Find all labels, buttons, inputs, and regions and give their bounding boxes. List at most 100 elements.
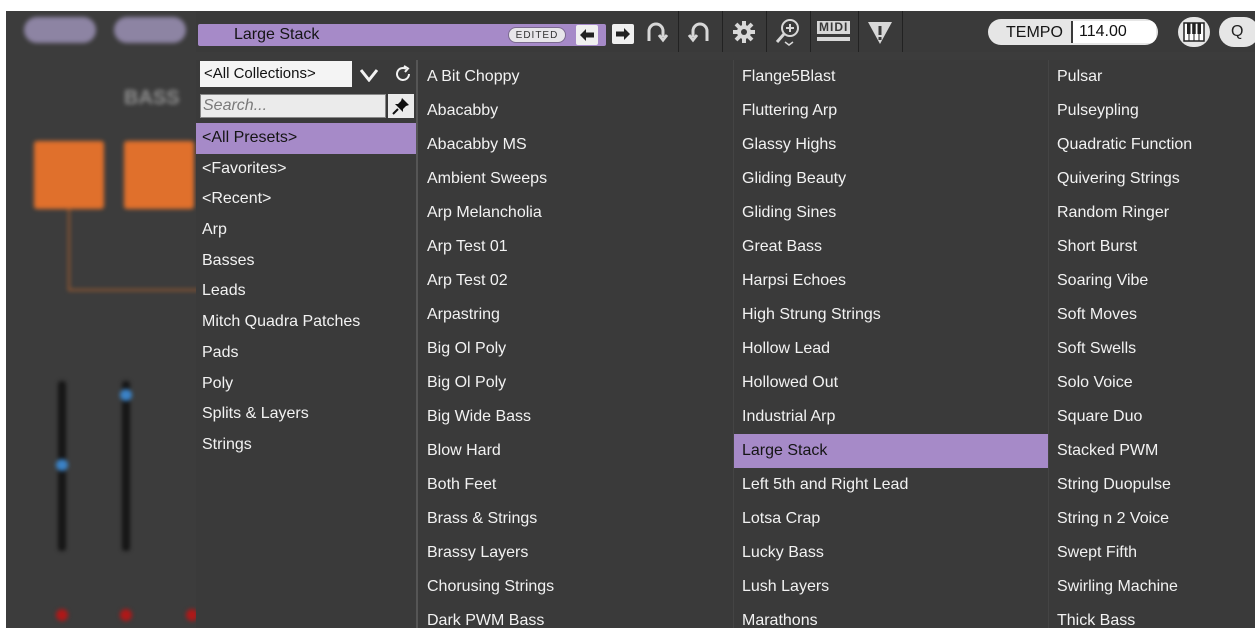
preset-item[interactable]: Quivering Strings — [1049, 162, 1255, 196]
preset-item[interactable]: Glassy Highs — [734, 128, 1048, 162]
category-item[interactable]: Pads — [196, 338, 416, 369]
category-item[interactable]: <All Presets> — [196, 123, 416, 154]
q-button[interactable]: Q — [1219, 17, 1255, 47]
collection-select[interactable]: <All Collections> — [200, 61, 352, 87]
preset-item[interactable]: Abacabby — [419, 94, 733, 128]
preset-item[interactable]: Lucky Bass — [734, 536, 1048, 570]
preset-item[interactable]: Arp Melancholia — [419, 196, 733, 230]
preset-item[interactable]: Soft Moves — [1049, 298, 1255, 332]
preset-item[interactable]: Arp Test 01 — [419, 230, 733, 264]
preset-item[interactable]: Quadratic Function — [1049, 128, 1255, 162]
midi-bar — [817, 37, 850, 41]
preset-item[interactable]: Thick Bass — [1049, 604, 1255, 638]
refresh-button[interactable] — [392, 61, 414, 87]
preset-item[interactable]: Gliding Sines — [734, 196, 1048, 230]
redo-button[interactable] — [682, 15, 718, 49]
preset-item[interactable]: Pulseypling — [1049, 94, 1255, 128]
preset-item[interactable]: Chorusing Strings — [419, 570, 733, 604]
preset-column-3: Pulsar Pulseypling Quadratic Function Quive… — [1049, 60, 1255, 638]
preset-item[interactable]: Brassy Layers — [419, 536, 733, 570]
preset-browser: <All Collections> <All Presets><Favorite… — [196, 60, 1255, 629]
preset-item[interactable]: String n 2 Voice — [1049, 502, 1255, 536]
preset-item[interactable]: Dark PWM Bass — [419, 604, 733, 638]
toolbar-divider — [902, 11, 903, 52]
preset-item[interactable]: Swept Fifth — [1049, 536, 1255, 570]
toolbar-divider — [766, 11, 767, 52]
new-button-blurred — [24, 17, 96, 43]
preset-item[interactable]: Soft Swells — [1049, 332, 1255, 366]
category-item[interactable]: Mitch Quadra Patches — [196, 307, 416, 338]
preset-item[interactable]: Marathons — [734, 604, 1048, 638]
midi-button[interactable]: MIDI — [814, 15, 854, 49]
preset-item[interactable]: Brass & Strings — [419, 502, 733, 536]
preset-item[interactable]: A Bit Choppy — [419, 60, 733, 94]
preset-item[interactable]: Big Ol Poly — [419, 366, 733, 400]
slider-thumb — [120, 389, 132, 401]
preset-item[interactable]: Square Duo — [1049, 400, 1255, 434]
preset-item[interactable]: Arpastring — [419, 298, 733, 332]
preset-column-1: A Bit Choppy Abacabby Abacabby MS Ambient S… — [419, 60, 733, 638]
preset-item[interactable]: Soaring Vibe — [1049, 264, 1255, 298]
save-button-blurred — [114, 17, 186, 43]
category-item[interactable]: Strings — [196, 430, 416, 461]
zoom-button[interactable] — [770, 15, 806, 49]
panic-button[interactable] — [862, 15, 898, 49]
preset-item[interactable]: Abacabby MS — [419, 128, 733, 162]
collection-dropdown-button[interactable] — [356, 64, 382, 86]
keyboard-button[interactable] — [1178, 17, 1210, 47]
pin-button[interactable] — [388, 94, 414, 118]
preset-item[interactable]: Left 5th and Right Lead — [734, 468, 1048, 502]
settings-button[interactable] — [726, 15, 762, 49]
preset-name-field[interactable]: Large Stack EDITED — [198, 24, 606, 46]
preset-item[interactable]: Harpsi Echoes — [734, 264, 1048, 298]
pin-icon — [392, 98, 409, 115]
preset-item[interactable]: Big Ol Poly — [419, 332, 733, 366]
preset-item[interactable]: Lush Layers — [734, 570, 1048, 604]
preset-item[interactable]: Both Feet — [419, 468, 733, 502]
preset-item[interactable]: Flange5Blast — [734, 60, 1048, 94]
preset-item[interactable]: Large Stack — [734, 434, 1048, 468]
midi-icon: MIDI — [816, 20, 852, 44]
tempo-control[interactable]: TEMPO 114.00 — [988, 19, 1158, 45]
preset-item[interactable]: Random Ringer — [1049, 196, 1255, 230]
category-item[interactable]: <Favorites> — [196, 154, 416, 185]
category-item[interactable]: Poly — [196, 369, 416, 400]
preset-item[interactable]: Blow Hard — [419, 434, 733, 468]
category-item[interactable]: Arp — [196, 215, 416, 246]
preset-item[interactable]: Great Bass — [734, 230, 1048, 264]
refresh-icon — [396, 65, 410, 81]
preset-item[interactable]: Hollowed Out — [734, 366, 1048, 400]
previous-preset-button[interactable] — [576, 25, 598, 45]
category-item[interactable]: Basses — [196, 246, 416, 277]
undo-button[interactable] — [638, 15, 674, 49]
search-input[interactable] — [200, 94, 386, 118]
preset-item[interactable]: Hollow Lead — [734, 332, 1048, 366]
category-item[interactable]: Leads — [196, 276, 416, 307]
category-list: <All Presets> <Favorites> <Recent> Arp Basse… — [196, 123, 416, 461]
preset-item[interactable]: Big Wide Bass — [419, 400, 733, 434]
preset-item[interactable]: Solo Voice — [1049, 366, 1255, 400]
category-item[interactable]: Splits & Layers — [196, 399, 416, 430]
preset-item[interactable]: Gliding Beauty — [734, 162, 1048, 196]
next-preset-button[interactable] — [612, 24, 634, 44]
preset-item[interactable]: High Strung Strings — [734, 298, 1048, 332]
preset-item[interactable]: Arp Test 02 — [419, 264, 733, 298]
preset-item[interactable]: Lotsa Crap — [734, 502, 1048, 536]
module-block-right — [124, 141, 194, 209]
piano-icon — [1183, 22, 1205, 42]
q-label: Q — [1231, 23, 1244, 40]
preset-item[interactable]: Swirling Machine — [1049, 570, 1255, 604]
tempo-value-field[interactable]: 114.00 — [1071, 21, 1156, 43]
preset-item[interactable]: Ambient Sweeps — [419, 162, 733, 196]
preset-item[interactable]: Pulsar — [1049, 60, 1255, 94]
category-item[interactable]: <Recent> — [196, 184, 416, 215]
section-title-blurred: BASS — [124, 87, 180, 109]
toolbar-divider — [678, 11, 679, 52]
preset-item[interactable]: Short Burst — [1049, 230, 1255, 264]
slider-thumb — [56, 459, 68, 471]
preset-item[interactable]: String Duopulse — [1049, 468, 1255, 502]
preset-item[interactable]: Stacked PWM — [1049, 434, 1255, 468]
tempo-label: TEMPO — [1006, 24, 1063, 41]
preset-item[interactable]: Industrial Arp — [734, 400, 1048, 434]
preset-item[interactable]: Fluttering Arp — [734, 94, 1048, 128]
